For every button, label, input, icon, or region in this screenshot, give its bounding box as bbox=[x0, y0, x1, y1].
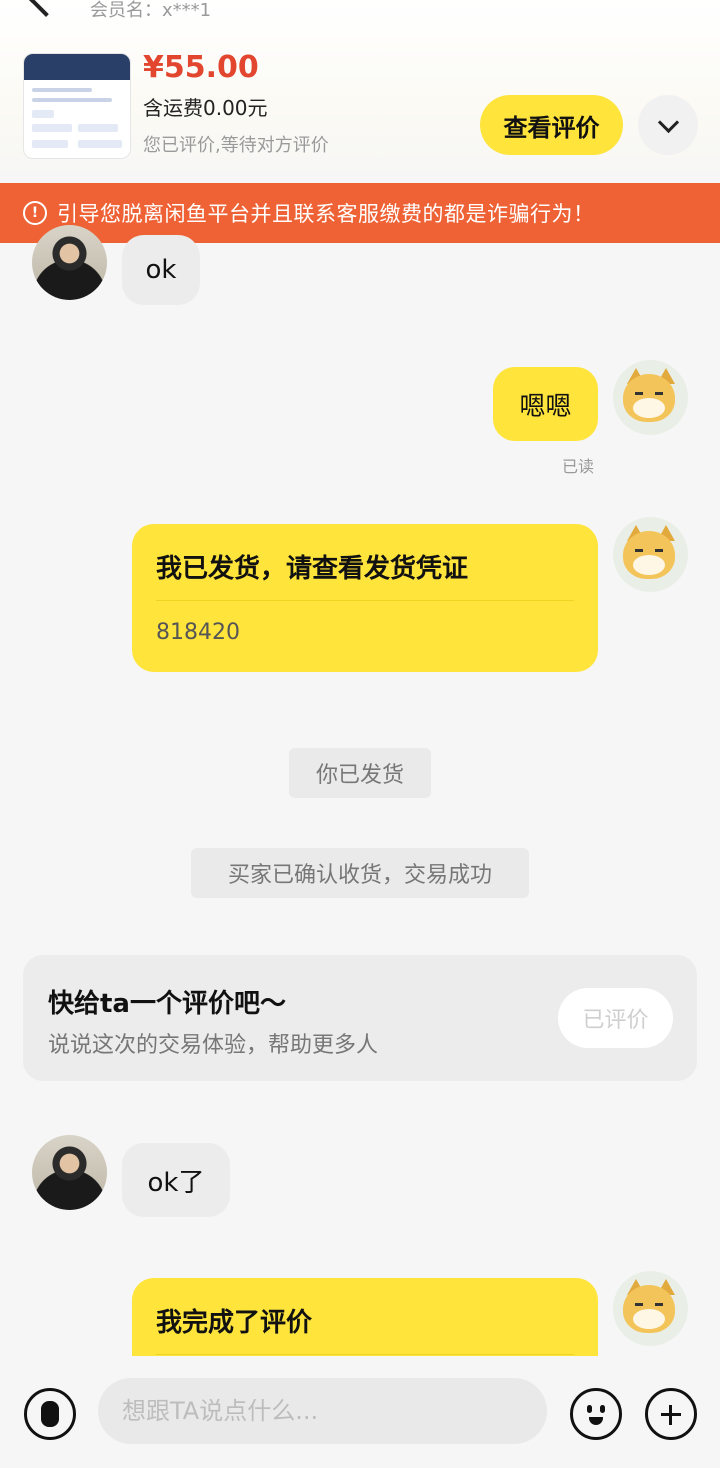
buyer-avatar[interactable] bbox=[32, 225, 107, 300]
reviewed-button[interactable]: 已评价 bbox=[558, 988, 673, 1048]
message-bubble-incoming[interactable]: ok了 bbox=[122, 1143, 230, 1217]
warning-icon: ! bbox=[23, 201, 47, 225]
message-bubble-incoming[interactable]: ok bbox=[122, 235, 200, 305]
avatar-muzzle bbox=[633, 1309, 665, 1329]
card-divider bbox=[156, 600, 574, 601]
avatar-eye bbox=[635, 1303, 643, 1306]
thumbnail-chip bbox=[32, 140, 68, 148]
smiley-mouth bbox=[589, 1417, 603, 1425]
plus-icon bbox=[650, 1393, 692, 1435]
seller-avatar[interactable] bbox=[613, 517, 688, 592]
plus-vertical bbox=[669, 1405, 672, 1425]
message-input[interactable] bbox=[98, 1378, 547, 1444]
system-notice: 你已发货 bbox=[289, 748, 431, 798]
shipment-card-title: 我已发货，请查看发货凭证 bbox=[156, 554, 469, 584]
shipment-proof-card[interactable]: 我已发货，请查看发货凭证 818420 bbox=[132, 524, 598, 672]
card-divider bbox=[156, 1354, 574, 1355]
review-prompt-card: 快给ta一个评价吧～ 说说这次的交易体验，帮助更多人 已评价 bbox=[23, 955, 697, 1081]
add-button[interactable] bbox=[645, 1388, 697, 1440]
smiley-icon bbox=[575, 1393, 617, 1435]
read-receipt: 已读 bbox=[562, 457, 595, 476]
message-text: ok了 bbox=[147, 1167, 205, 1198]
avatar-muzzle bbox=[633, 555, 665, 575]
thumbnail-topbar bbox=[24, 54, 130, 80]
thumbnail-chip bbox=[32, 110, 54, 118]
review-prompt-subtitle: 说说这次的交易体验，帮助更多人 bbox=[48, 1033, 379, 1058]
expand-button[interactable] bbox=[638, 95, 698, 155]
system-notice-text: 买家已确认收货，交易成功 bbox=[227, 863, 492, 888]
avatar-eye bbox=[635, 549, 643, 552]
view-review-button[interactable]: 查看评价 bbox=[480, 95, 623, 155]
review-done-title: 我完成了评价 bbox=[156, 1308, 313, 1338]
smiley-eye bbox=[600, 1405, 605, 1413]
shipment-code: 818420 bbox=[156, 620, 240, 645]
order-header: 会员名：x***1 ¥55.00 含运费0.00元 您已评价,等待对方评价 查看… bbox=[0, 0, 720, 183]
member-name: 会员名：x***1 bbox=[90, 0, 212, 21]
seller-avatar[interactable] bbox=[613, 360, 688, 435]
order-price: ¥55.00 bbox=[143, 50, 259, 85]
thumbnail-line bbox=[32, 98, 112, 102]
fraud-warning-banner: ! 引导您脱离闲鱼平台并且联系客服缴费的都是诈骗行为！ bbox=[0, 183, 720, 243]
smiley-eye bbox=[587, 1405, 592, 1413]
emoji-button[interactable] bbox=[570, 1388, 622, 1440]
avatar-eye bbox=[655, 549, 663, 552]
voice-button[interactable] bbox=[24, 1388, 76, 1440]
order-status: 您已评价,等待对方评价 bbox=[143, 135, 329, 156]
microphone-icon bbox=[41, 1401, 59, 1427]
warning-text: 引导您脱离闲鱼平台并且联系客服缴费的都是诈骗行为！ bbox=[57, 202, 595, 226]
avatar-eye bbox=[655, 392, 663, 395]
system-notice: 买家已确认收货，交易成功 bbox=[191, 848, 529, 898]
message-bubble-outgoing[interactable]: 嗯嗯 bbox=[493, 367, 598, 441]
system-notice-text: 你已发货 bbox=[315, 763, 404, 788]
message-text: ok bbox=[145, 255, 177, 285]
thumbnail-chip bbox=[32, 124, 72, 132]
seller-avatar[interactable] bbox=[613, 1271, 688, 1346]
thumbnail-chip bbox=[78, 140, 122, 148]
chevron-down-icon bbox=[657, 111, 679, 133]
review-prompt-title: 快给ta一个评价吧～ bbox=[48, 989, 286, 1019]
back-arrow-icon[interactable] bbox=[29, 0, 63, 17]
avatar-muzzle bbox=[633, 398, 665, 418]
thumbnail-chip bbox=[78, 124, 118, 132]
message-text: 嗯嗯 bbox=[519, 391, 572, 422]
avatar-eye bbox=[655, 1303, 663, 1306]
thumbnail-line bbox=[32, 88, 92, 92]
avatar-eye bbox=[635, 392, 643, 395]
product-thumbnail[interactable] bbox=[23, 53, 131, 159]
shipping-fee: 含运费0.00元 bbox=[143, 96, 268, 120]
buyer-avatar[interactable] bbox=[32, 1135, 107, 1210]
